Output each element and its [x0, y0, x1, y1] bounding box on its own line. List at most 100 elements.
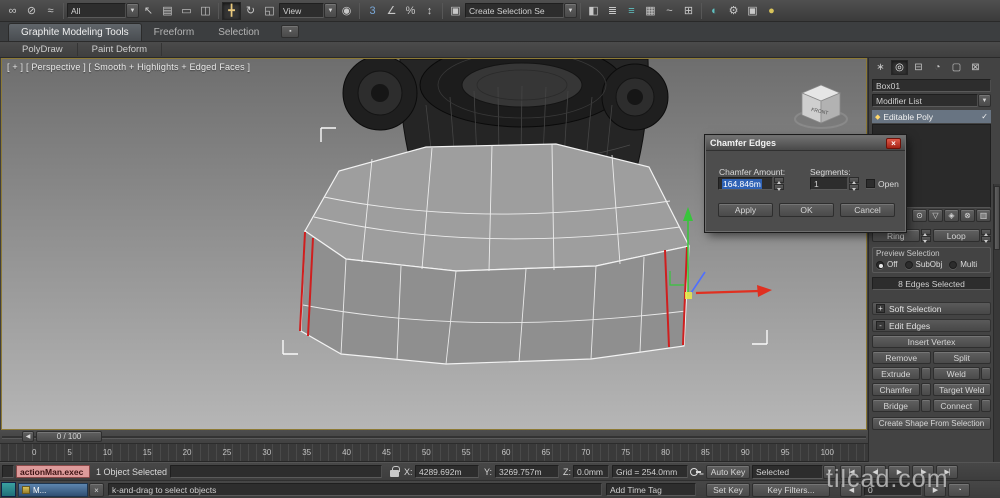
coordinate-system-dropdown[interactable]: View ▼: [279, 3, 337, 18]
time-slider-track[interactable]: [2, 436, 866, 438]
loop-button[interactable]: Loop: [932, 229, 980, 242]
previous-frame-arrow-icon[interactable]: ◀: [22, 431, 34, 442]
chevron-down-icon[interactable]: ▼: [978, 94, 991, 107]
connect-settings-button[interactable]: [981, 399, 991, 412]
tab-paint-deform[interactable]: Paint Deform: [78, 43, 163, 56]
weld-settings-button[interactable]: [981, 367, 991, 380]
split-button[interactable]: Split: [932, 351, 991, 364]
extrude-settings-button[interactable]: [920, 367, 931, 380]
dialog-title-bar[interactable]: Chamfer Edges ×: [706, 136, 905, 151]
chevron-down-icon[interactable]: ▼: [126, 3, 139, 18]
modifier-list-dropdown[interactable]: Modifier List ▼: [872, 94, 991, 107]
cancel-button[interactable]: Cancel: [840, 203, 895, 217]
chamfer-button[interactable]: Chamfer: [872, 383, 920, 396]
spinner-snap-icon[interactable]: ↕: [420, 2, 439, 20]
create-shape-button[interactable]: Create Shape From Selection: [872, 417, 991, 430]
material-editor-icon[interactable]: ◐: [705, 2, 724, 20]
mirror-icon[interactable]: ◧: [584, 2, 603, 20]
pedestal-mesh[interactable]: [299, 143, 690, 365]
named-selection-set-dropdown[interactable]: Create Selection Se ▼: [465, 3, 577, 18]
minimized-window-titlebar[interactable]: M...: [18, 483, 88, 497]
viewport-label[interactable]: [ + ] [ Perspective ] [ Smooth + Highlig…: [7, 62, 250, 72]
ok-button[interactable]: OK: [779, 203, 834, 217]
select-and-scale-icon[interactable]: ◱: [260, 2, 279, 20]
schematic-view-icon[interactable]: ⊞: [679, 2, 698, 20]
select-by-name-icon[interactable]: ▤: [158, 2, 177, 20]
expand-icon[interactable]: +: [876, 304, 885, 313]
time-configuration-icon[interactable]: ◔: [948, 483, 970, 497]
hierarchy-tab-icon[interactable]: ⊟: [910, 60, 927, 75]
remove-button[interactable]: Remove: [872, 351, 931, 364]
preview-off-radio[interactable]: Off: [876, 260, 898, 269]
track-bar-ruler[interactable]: 0 5 10 15 20 25 30 35 40 45 50 55 60 65 70 75 80 85 90 95 10…: [0, 444, 868, 462]
target-weld-button[interactable]: Target Weld: [932, 383, 991, 396]
chamfer-settings-button[interactable]: [920, 383, 931, 396]
create-tab-icon[interactable]: ∗: [872, 60, 889, 75]
window-close-icon[interactable]: ×: [89, 483, 104, 497]
unlink-selection-icon[interactable]: ⊘: [22, 2, 41, 20]
set-key-button[interactable]: Set Key: [706, 483, 750, 497]
modify-tab-icon[interactable]: ◎: [891, 60, 908, 75]
key-filters-button[interactable]: Key Filters...: [752, 483, 830, 497]
add-time-tag-field[interactable]: Add Time Tag: [606, 483, 696, 496]
edit-edges-rollout[interactable]: - Edit Edges: [872, 319, 991, 332]
object-name-field[interactable]: Box01: [872, 79, 991, 92]
selection-lock-icon[interactable]: [390, 466, 400, 477]
weld-button[interactable]: Weld: [932, 367, 980, 380]
perspective-viewport[interactable]: [ + ] [ Perspective ] [ Smooth + Highlig…: [1, 58, 867, 430]
window-crossing-icon[interactable]: ◫: [196, 2, 215, 20]
snap-toggle-icon[interactable]: 3: [363, 2, 382, 20]
soft-selection-rollout[interactable]: + Soft Selection: [872, 302, 991, 315]
selection-set-key-dropdown[interactable]: Selected ▼: [752, 465, 836, 479]
ribbon-minimize-icon[interactable]: ▪: [281, 25, 300, 38]
scrollbar-thumb[interactable]: [994, 186, 1000, 250]
chamfer-amount-field[interactable]: 164.846m: [718, 177, 773, 190]
panel-scrollbar[interactable]: [993, 184, 1000, 462]
edit-selection-sets-icon[interactable]: ▣: [446, 2, 465, 20]
motion-tab-icon[interactable]: ◔: [929, 60, 946, 75]
percent-snap-icon[interactable]: %: [401, 2, 420, 20]
tab-selection[interactable]: Selection: [206, 24, 271, 41]
maxscript-listener-icon[interactable]: [2, 465, 14, 478]
tab-graphite-modeling-tools[interactable]: Graphite Modeling Tools: [8, 23, 142, 41]
bind-to-spacewarp-icon[interactable]: ≈: [41, 2, 60, 20]
z-coordinate-field[interactable]: 0.0mm: [573, 465, 609, 478]
display-tab-icon[interactable]: ▢: [948, 60, 965, 75]
curve-editor-icon[interactable]: ~: [660, 2, 679, 20]
connect-button[interactable]: Connect: [932, 399, 980, 412]
chevron-down-icon[interactable]: ▼: [324, 3, 337, 18]
y-coordinate-field[interactable]: 3269.757m: [495, 465, 559, 478]
layer-manager-icon[interactable]: ≡: [622, 2, 641, 20]
viewcube[interactable]: FRONT: [790, 75, 852, 133]
selection-filter-dropdown[interactable]: All ▼: [67, 3, 139, 18]
taskbar-app-icon[interactable]: [1, 482, 16, 497]
time-slider-handle[interactable]: 0 / 100: [36, 431, 102, 442]
open-checkbox[interactable]: [866, 179, 875, 188]
modifier-stack-selected-row[interactable]: ◆ Editable Poly ✓: [872, 110, 991, 123]
chevron-down-icon[interactable]: ▼: [564, 3, 577, 18]
close-icon[interactable]: ×: [886, 137, 901, 149]
segments-field[interactable]: 1: [810, 177, 848, 190]
utilities-tab-icon[interactable]: ⊠: [967, 60, 984, 75]
angle-snap-icon[interactable]: ∠: [382, 2, 401, 20]
collapse-icon[interactable]: -: [876, 321, 885, 330]
configure-modifier-sets-icon[interactable]: ▥: [976, 209, 991, 222]
select-and-rotate-icon[interactable]: ↻: [241, 2, 260, 20]
maxscript-mini-listener[interactable]: actionMan.exec: [16, 465, 90, 478]
tab-freeform[interactable]: Freeform: [142, 24, 207, 41]
preview-subobj-radio[interactable]: SubObj: [904, 260, 942, 269]
align-icon[interactable]: ≣: [603, 2, 622, 20]
make-unique-icon[interactable]: ◈: [944, 209, 959, 222]
auto-key-button[interactable]: Auto Key: [706, 465, 750, 479]
use-center-icon[interactable]: ◉: [337, 2, 356, 20]
x-coordinate-field[interactable]: 4289.692m: [415, 465, 479, 478]
segments-spinner[interactable]: [849, 177, 859, 191]
render-production-icon[interactable]: ●: [762, 2, 781, 20]
select-and-move-icon[interactable]: ╋: [222, 1, 241, 20]
remove-modifier-icon[interactable]: ⊗: [960, 209, 975, 222]
preview-multi-radio[interactable]: Multi: [949, 260, 977, 269]
render-setup-icon[interactable]: ⚙: [724, 2, 743, 20]
extrude-button[interactable]: Extrude: [872, 367, 920, 380]
rendered-frame-icon[interactable]: ▣: [743, 2, 762, 20]
loop-spinner[interactable]: [981, 229, 991, 243]
